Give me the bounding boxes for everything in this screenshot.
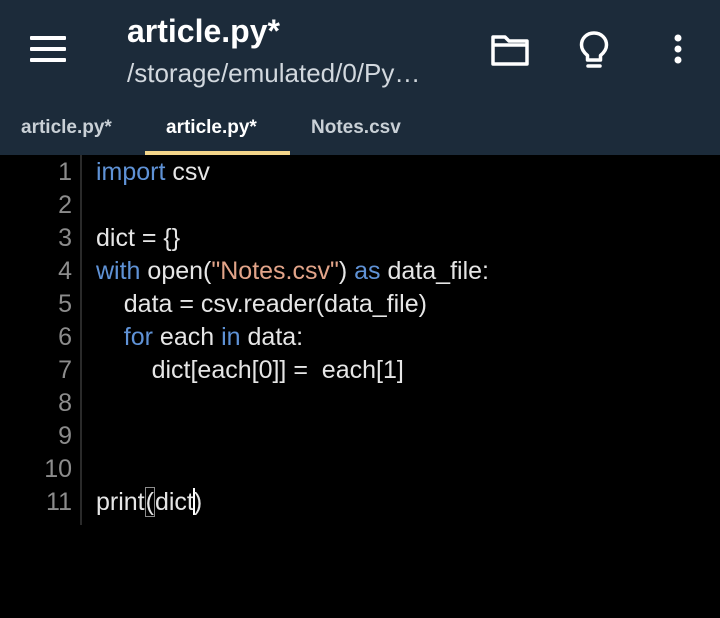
line-number: 1: [58, 158, 72, 186]
code-text: open(: [140, 257, 212, 285]
line-number: 5: [58, 290, 72, 318]
line-number: 4: [58, 257, 72, 285]
code-line: 6 for each in data:: [0, 321, 720, 354]
keyword: for: [123, 323, 153, 351]
code-text: data_file:: [380, 257, 489, 285]
app-bar: article.py* /storage/emulated/0/Py…: [0, 0, 720, 100]
folder-icon[interactable]: [490, 33, 530, 67]
code-text: data = csv.reader(data_file): [96, 290, 427, 318]
code-line: 5 data = csv.reader(data_file): [0, 288, 720, 321]
keyword: with: [96, 257, 141, 285]
code-text: data:: [240, 323, 304, 351]
string-literal: "Notes.csv": [211, 257, 339, 285]
code-line: 1 import csv: [0, 156, 720, 189]
code-line: 10: [0, 453, 720, 486]
code-text: csv: [165, 158, 210, 186]
code-line: 9: [0, 420, 720, 453]
code-line: 8: [0, 387, 720, 420]
tab-notes-csv[interactable]: Notes.csv: [311, 100, 401, 155]
tab-bar: article.py* article.py* Notes.csv: [0, 100, 720, 155]
tab-article-py-2[interactable]: article.py*: [166, 100, 257, 155]
more-vert-icon[interactable]: [670, 34, 686, 66]
code-text: print: [96, 488, 145, 516]
code-line: 11 print(dict): [0, 486, 720, 519]
file-title: article.py*: [127, 13, 280, 49]
code-editor[interactable]: 1 import csv 2 3 dict = {} 4 with open("…: [0, 155, 720, 601]
file-path: /storage/emulated/0/Py…: [127, 58, 421, 88]
keyword: import: [96, 158, 166, 186]
line-number: 9: [58, 422, 72, 450]
line-number: 11: [46, 488, 72, 516]
lightbulb-icon[interactable]: [578, 30, 610, 70]
code-line: 7 dict[each[0]] = each[1]: [0, 354, 720, 387]
line-number: 2: [58, 191, 72, 219]
line-number: 8: [58, 389, 72, 417]
code-text: dict: [154, 488, 194, 516]
code-line: 3 dict = {}: [0, 222, 720, 255]
code-line: 2: [0, 189, 720, 222]
code-text: ): [338, 257, 355, 285]
code-text: ): [193, 488, 203, 516]
keyword: as: [354, 257, 381, 285]
keyword: in: [221, 323, 241, 351]
line-number: 6: [58, 323, 72, 351]
code-text: each: [152, 323, 222, 351]
menu-icon[interactable]: [30, 36, 68, 62]
line-number: 7: [58, 356, 72, 384]
code-line: 4 with open("Notes.csv") as data_file:: [0, 255, 720, 288]
code-text: dict = {}: [96, 224, 181, 252]
line-number: 3: [58, 224, 72, 252]
code-text: dict[each[0]] = each[1]: [96, 356, 404, 384]
tab-article-py-1[interactable]: article.py*: [21, 100, 112, 155]
matched-bracket: (: [144, 487, 155, 517]
line-number: 10: [44, 455, 72, 483]
